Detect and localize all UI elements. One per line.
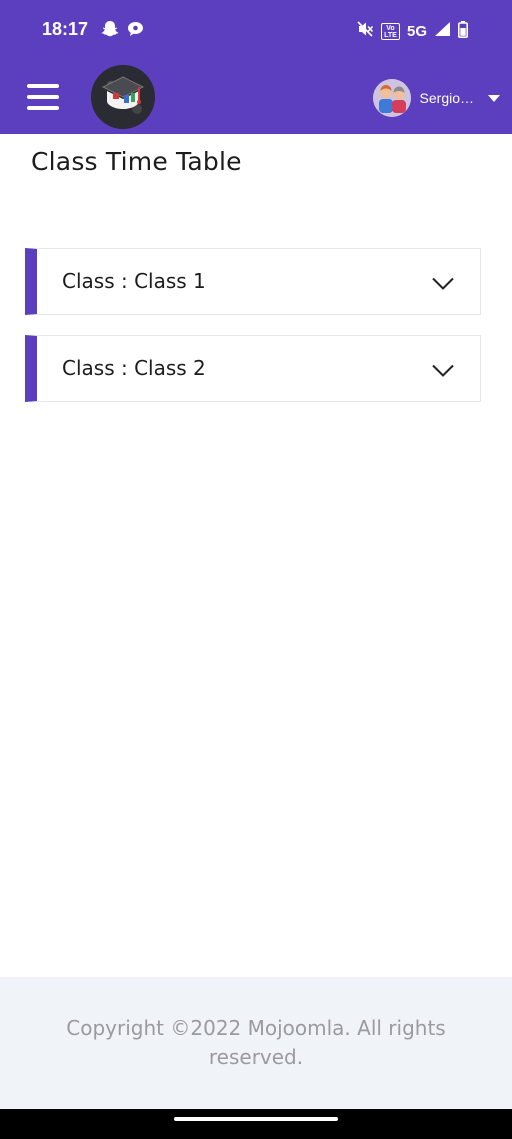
user-menu[interactable]: Sergio…: [372, 79, 500, 117]
user-name: Sergio…: [419, 90, 474, 106]
battery-icon: [458, 20, 468, 42]
hamburger-menu-icon[interactable]: [27, 84, 61, 110]
snapchat-icon: [101, 20, 119, 42]
mute-icon: [356, 20, 374, 42]
chevron-down-icon[interactable]: [432, 362, 454, 381]
footer: Copyright ©2022 Mojoomla. All rights res…: [0, 977, 512, 1109]
chat-bubble-icon: [127, 21, 144, 41]
class-accordion-class-2[interactable]: Class : Class 2: [25, 335, 481, 402]
signal-icon: [434, 21, 451, 41]
class-accordion-class-1[interactable]: Class : Class 1: [25, 248, 481, 315]
app-header: Sergio…: [0, 62, 512, 134]
volte-icon: Vo LTE: [380, 22, 400, 40]
graduation-cap-logo[interactable]: [91, 65, 155, 129]
class-label: Class : Class 2: [62, 356, 206, 380]
system-navigation-bar: [0, 1109, 512, 1139]
status-time: 18:17: [42, 19, 89, 39]
page-title: Class Time Table: [31, 147, 242, 176]
avatar: [372, 79, 411, 117]
home-gesture-handle[interactable]: [174, 1117, 338, 1121]
chevron-down-icon[interactable]: [432, 275, 454, 294]
network-type: 5G: [406, 22, 427, 40]
status-bar: 18:17 Vo LTE 5G: [0, 0, 512, 62]
system-status: Vo LTE 5G: [356, 20, 468, 42]
notification-icons: [101, 20, 144, 42]
copyright-text: Copyright ©2022 Mojoomla. All rights res…: [66, 1016, 446, 1069]
class-label: Class : Class 1: [62, 269, 206, 293]
chevron-down-icon[interactable]: [488, 94, 500, 102]
